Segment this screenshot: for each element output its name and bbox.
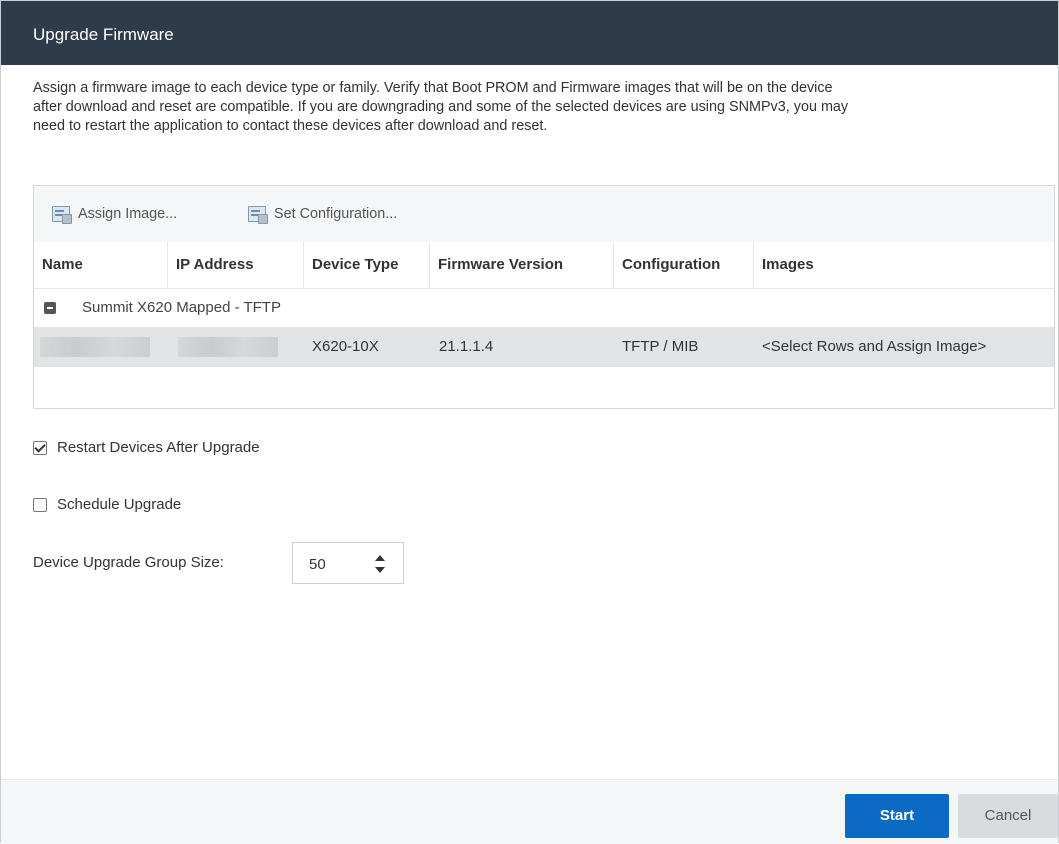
device-name-redacted — [40, 337, 150, 357]
firmware-version-cell: 21.1.1.4 — [439, 338, 494, 355]
dialog-title: Upgrade Firmware — [1, 1, 1058, 65]
restart-devices-option[interactable]: Restart Devices After Upgrade — [33, 439, 260, 456]
group-row[interactable]: Summit X620 Mapped - TFTP — [34, 289, 1054, 327]
assign-image-label: Assign Image... — [78, 206, 178, 222]
group-label: Summit X620 Mapped - TFTP — [82, 299, 281, 316]
set-configuration-icon — [248, 206, 268, 224]
upgrade-firmware-dialog: Upgrade Firmware Assign a firmware image… — [0, 0, 1059, 844]
set-configuration-button[interactable]: Set Configuration... — [248, 204, 397, 224]
device-type-cell: X620-10X — [312, 338, 379, 355]
column-header-firmware-version[interactable]: Firmware Version — [430, 242, 614, 288]
grid-toolbar: Assign Image... Set Configuration... — [34, 186, 1054, 243]
collapse-icon[interactable] — [44, 302, 56, 314]
dialog-description: Assign a firmware image to each device t… — [33, 80, 849, 134]
restart-devices-label: Restart Devices After Upgrade — [57, 439, 260, 456]
column-header-images[interactable]: Images — [754, 242, 1054, 288]
assign-image-icon — [52, 206, 72, 224]
configuration-cell: TFTP / MIB — [622, 338, 699, 355]
group-size-value[interactable]: 50 — [309, 556, 326, 573]
assign-image-button[interactable]: Assign Image... — [52, 204, 177, 224]
spin-up-icon[interactable] — [375, 555, 385, 561]
table-row[interactable]: X620-10X 21.1.1.4 TFTP / MIB <Select Row… — [34, 327, 1054, 367]
dialog-footer: Start Cancel — [1, 779, 1058, 844]
group-size-label: Device Upgrade Group Size: — [33, 554, 224, 571]
group-size-spinner[interactable]: 50 — [292, 542, 404, 584]
schedule-upgrade-checkbox[interactable] — [33, 497, 47, 512]
column-header-name[interactable]: Name — [34, 242, 168, 288]
set-configuration-label: Set Configuration... — [274, 206, 398, 222]
images-cell[interactable]: <Select Rows and Assign Image> — [762, 338, 986, 355]
start-button[interactable]: Start — [845, 794, 949, 838]
spin-down-icon[interactable] — [375, 567, 385, 573]
cancel-button[interactable]: Cancel — [958, 794, 1058, 838]
column-header-ip-address[interactable]: IP Address — [168, 242, 304, 288]
column-header-device-type[interactable]: Device Type — [304, 242, 430, 288]
restart-devices-checkbox[interactable] — [33, 440, 47, 455]
schedule-upgrade-label: Schedule Upgrade — [57, 496, 182, 513]
device-grid: Assign Image... Set Configuration... Nam… — [33, 185, 1055, 409]
schedule-upgrade-option[interactable]: Schedule Upgrade — [33, 496, 181, 513]
column-header-configuration[interactable]: Configuration — [614, 242, 754, 288]
ip-address-redacted — [178, 337, 278, 357]
grid-header: Name IP Address Device Type Firmware Ver… — [34, 242, 1054, 289]
